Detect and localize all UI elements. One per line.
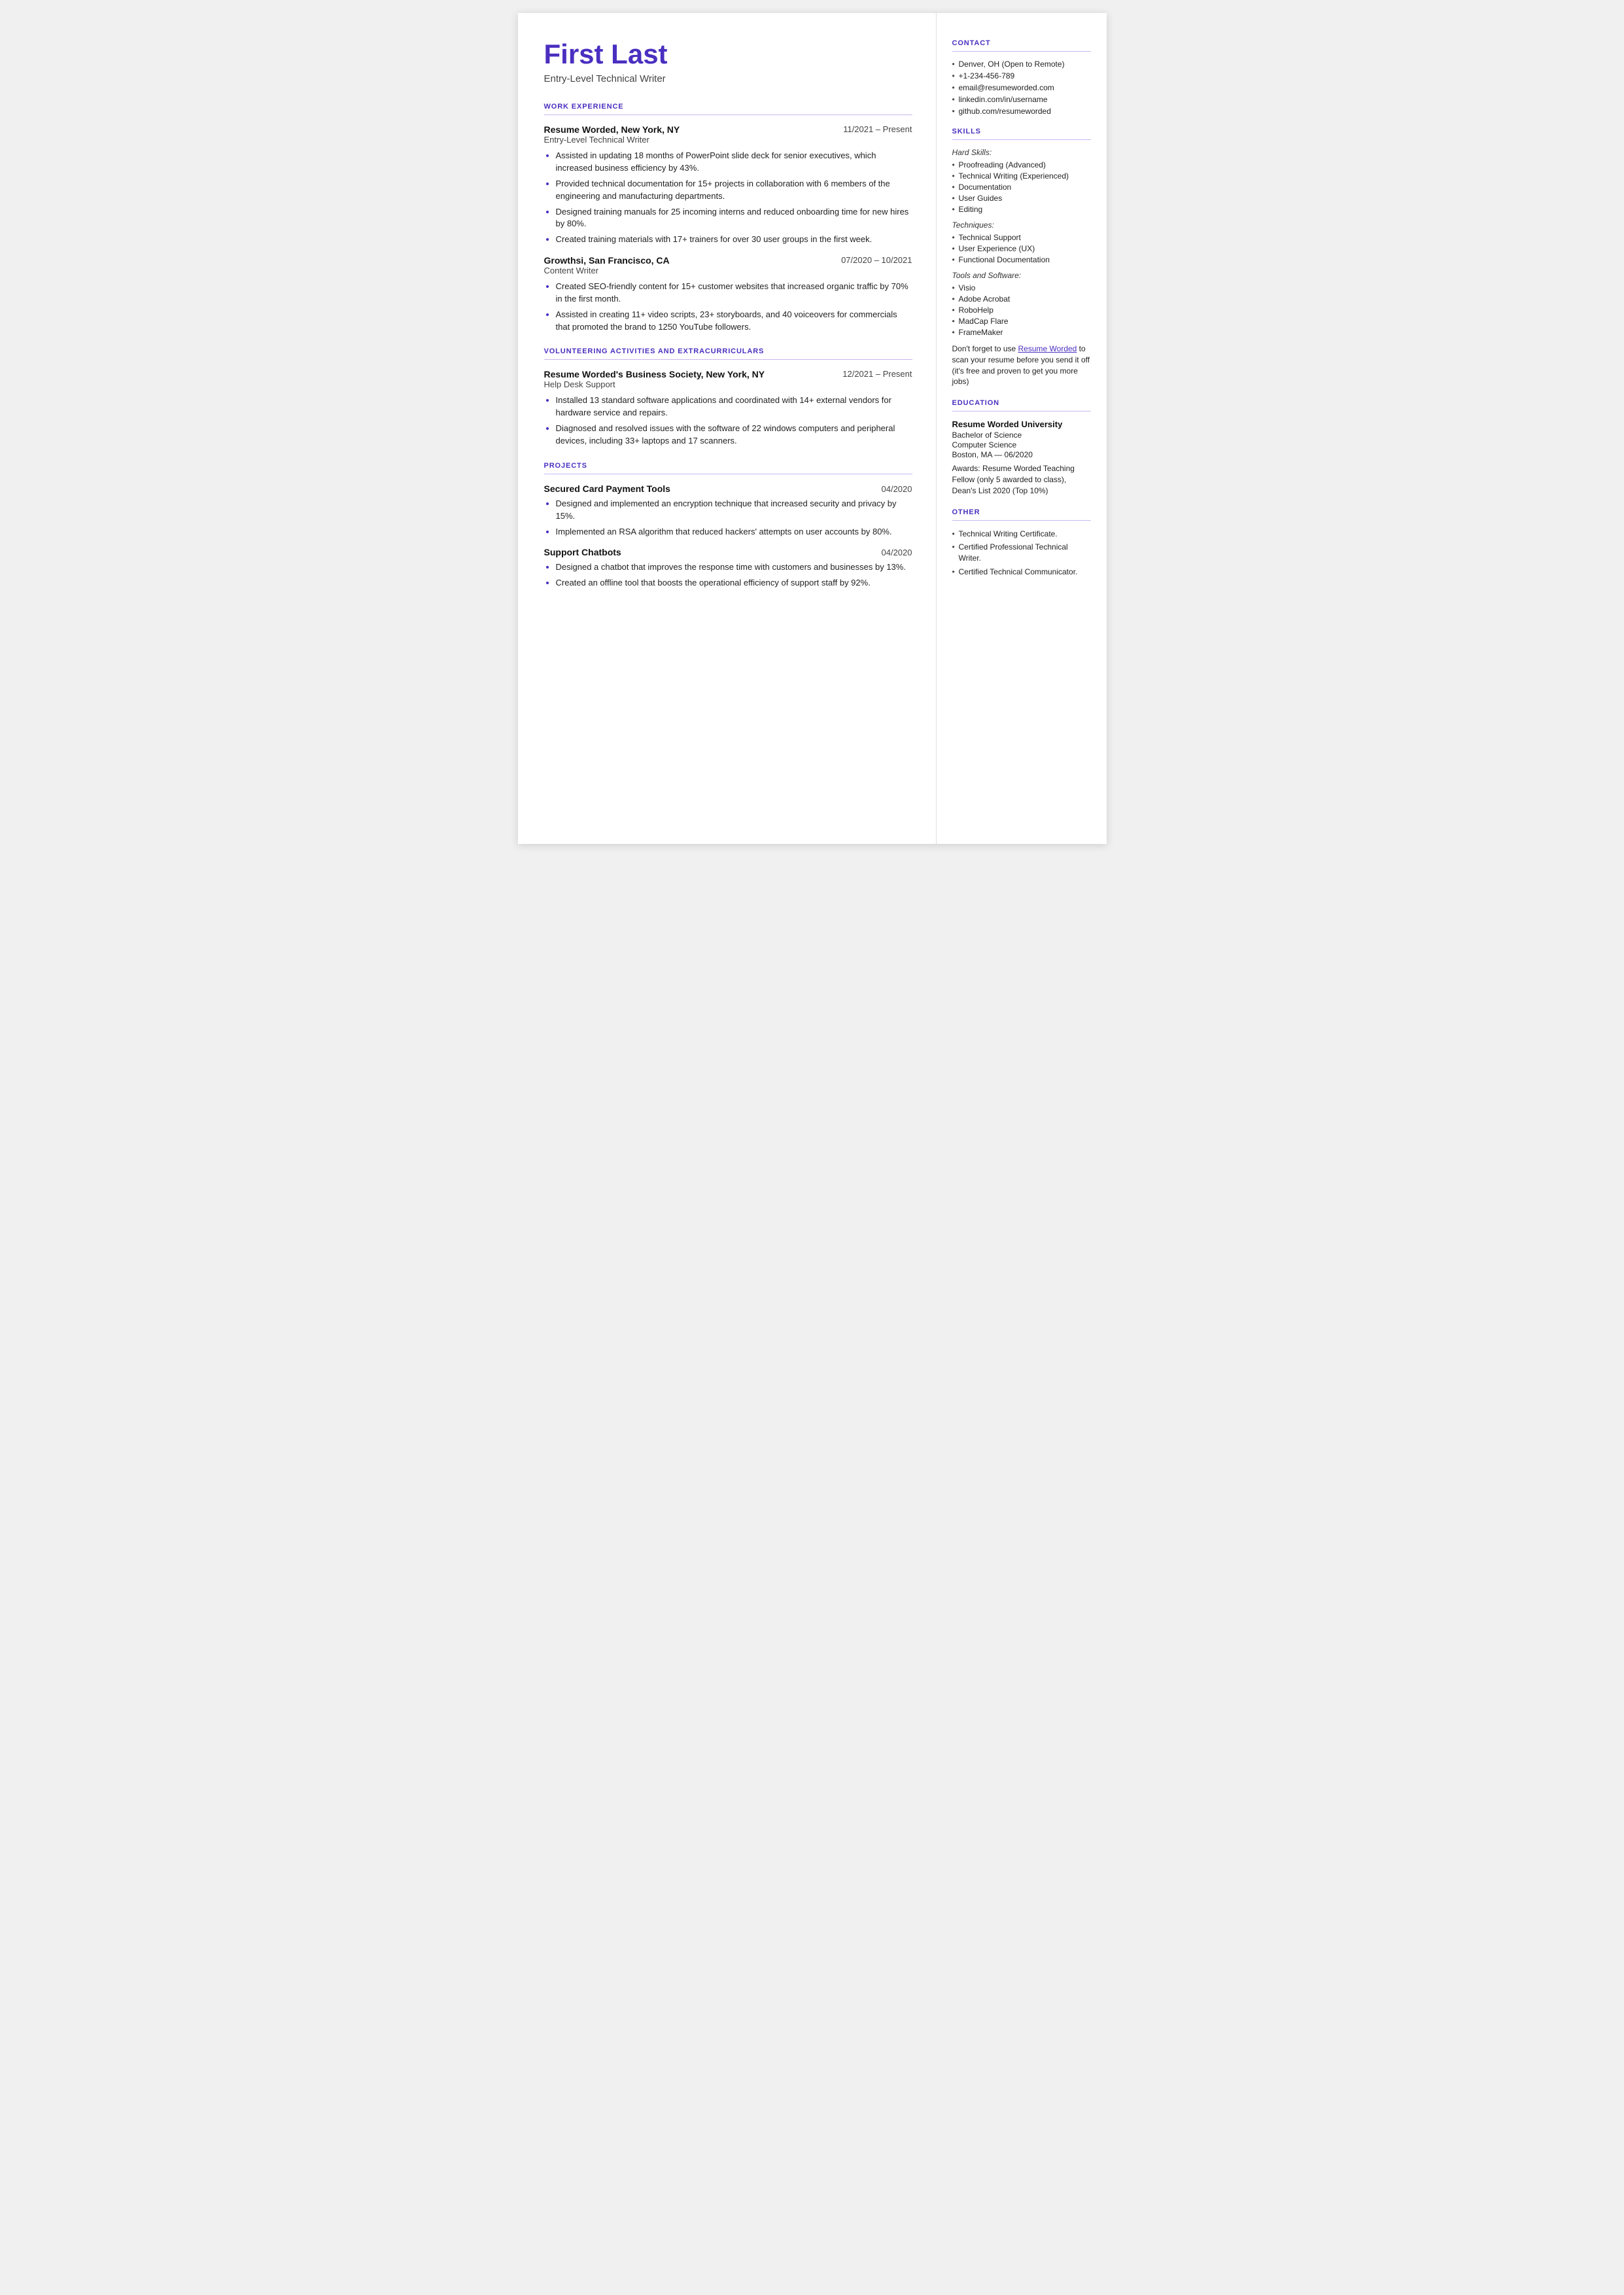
hard-skills-list: Proofreading (Advanced) Technical Writin… (952, 160, 1091, 214)
skills-divider (952, 139, 1091, 140)
techniques-label: Techniques: (952, 220, 1091, 230)
volunteering-heading: VOLUNTEERING ACTIVITIES AND EXTRACURRICU… (544, 347, 912, 355)
bullet-item: Diagnosed and resolved issues with the s… (556, 423, 912, 447)
bullet-item: Assisted in updating 18 months of PowerP… (556, 150, 912, 175)
candidate-subtitle: Entry-Level Technical Writer (544, 73, 912, 84)
contact-item: Denver, OH (Open to Remote) (952, 60, 1091, 69)
projects-heading: PROJECTS (544, 462, 912, 470)
project-1-bullets: Designed and implemented an encryption t… (556, 498, 912, 538)
left-column: First Last Entry-Level Technical Writer … (518, 13, 937, 844)
promo-link[interactable]: Resume Worded (1018, 344, 1077, 353)
work-divider (544, 114, 912, 115)
other-heading: OTHER (952, 508, 1091, 516)
job-1-bullets: Assisted in updating 18 months of PowerP… (556, 150, 912, 246)
resume-page: First Last Entry-Level Technical Writer … (518, 13, 1107, 844)
contact-item: linkedin.com/in/username (952, 95, 1091, 104)
skill-item: Proofreading (Advanced) (952, 160, 1091, 169)
project-1-row: Secured Card Payment Tools 04/2020 (544, 483, 912, 494)
bullet-item: Designed training manuals for 25 incomin… (556, 206, 912, 231)
other-divider (952, 520, 1091, 521)
bullet-item: Assisted in creating 11+ video scripts, … (556, 309, 912, 334)
project-2-bullets: Designed a chatbot that improves the res… (556, 561, 912, 589)
job-2-dates: 07/2020 – 10/2021 (841, 255, 912, 265)
job-1-header: Resume Worded, New York, NY Entry-Level … (544, 124, 912, 146)
skill-item: Technical Support (952, 233, 1091, 242)
project-1-date: 04/2020 (882, 484, 912, 494)
skill-item: Technical Writing (Experienced) (952, 171, 1091, 181)
edu-location: Boston, MA — 06/2020 (952, 450, 1091, 459)
job-2-header: Growthsi, San Francisco, CA Content Writ… (544, 255, 912, 277)
vol-1-dates: 12/2021 – Present (842, 369, 912, 379)
skills-heading: SKILLS (952, 128, 1091, 135)
contact-divider (952, 51, 1091, 52)
skill-item: Editing (952, 205, 1091, 214)
bullet-item: Created training materials with 17+ trai… (556, 234, 912, 246)
bullet-item: Designed a chatbot that improves the res… (556, 561, 912, 574)
other-item: Technical Writing Certificate. (952, 529, 1091, 540)
skill-item: MadCap Flare (952, 317, 1091, 326)
hard-skills-label: Hard Skills: (952, 148, 1091, 157)
contact-item: +1-234-456-789 (952, 71, 1091, 80)
vol-1-bullets: Installed 13 standard software applicati… (556, 394, 912, 447)
project-1-title: Secured Card Payment Tools (544, 483, 670, 494)
job-1-company: Resume Worded, New York, NY Entry-Level … (544, 124, 680, 146)
bullet-item: Created an offline tool that boosts the … (556, 577, 912, 589)
edu-awards: Awards: Resume Worded Teaching Fellow (o… (952, 463, 1091, 496)
edu-school: Resume Worded University (952, 419, 1091, 429)
skill-item: Functional Documentation (952, 255, 1091, 264)
skill-item: User Guides (952, 194, 1091, 203)
job-2-bullets: Created SEO-friendly content for 15+ cus… (556, 281, 912, 333)
skill-item: Adobe Acrobat (952, 294, 1091, 304)
techniques-list: Technical Support User Experience (UX) F… (952, 233, 1091, 264)
bullet-item: Implemented an RSA algorithm that reduce… (556, 526, 912, 538)
bullet-item: Designed and implemented an encryption t… (556, 498, 912, 523)
project-2-date: 04/2020 (882, 548, 912, 557)
skill-item: RoboHelp (952, 306, 1091, 315)
vol-1-header: Resume Worded's Business Society, New Yo… (544, 369, 912, 391)
skill-item: FrameMaker (952, 328, 1091, 337)
volunteering-divider (544, 359, 912, 360)
project-2-title: Support Chatbots (544, 547, 621, 557)
tools-label: Tools and Software: (952, 271, 1091, 280)
job-2-company: Growthsi, San Francisco, CA Content Writ… (544, 255, 670, 277)
right-column: CONTACT Denver, OH (Open to Remote) +1-2… (937, 13, 1107, 844)
bullet-item: Created SEO-friendly content for 15+ cus… (556, 281, 912, 306)
skill-item: Visio (952, 283, 1091, 292)
education-divider (952, 411, 1091, 412)
edu-degree: Bachelor of Science (952, 430, 1091, 440)
project-2-row: Support Chatbots 04/2020 (544, 547, 912, 557)
work-experience-heading: WORK EXPERIENCE (544, 103, 912, 111)
other-item: Certified Professional Technical Writer. (952, 542, 1091, 564)
other-list: Technical Writing Certificate. Certified… (952, 529, 1091, 578)
skill-item: User Experience (UX) (952, 244, 1091, 253)
skill-item: Documentation (952, 183, 1091, 192)
contact-heading: CONTACT (952, 39, 1091, 47)
contact-item: email@resumeworded.com (952, 83, 1091, 92)
job-1-dates: 11/2021 – Present (843, 124, 912, 134)
promo-text: Don't forget to use Resume Worded to sca… (952, 343, 1091, 387)
promo-before: Don't forget to use (952, 344, 1018, 353)
edu-field: Computer Science (952, 440, 1091, 449)
tools-list: Visio Adobe Acrobat RoboHelp MadCap Flar… (952, 283, 1091, 337)
education-heading: EDUCATION (952, 399, 1091, 407)
other-item: Certified Technical Communicator. (952, 567, 1091, 578)
bullet-item: Installed 13 standard software applicati… (556, 394, 912, 419)
candidate-name: First Last (544, 39, 912, 69)
vol-1-company: Resume Worded's Business Society, New Yo… (544, 369, 765, 391)
contact-item: github.com/resumeworded (952, 107, 1091, 116)
contact-list: Denver, OH (Open to Remote) +1-234-456-7… (952, 60, 1091, 116)
bullet-item: Provided technical documentation for 15+… (556, 178, 912, 203)
